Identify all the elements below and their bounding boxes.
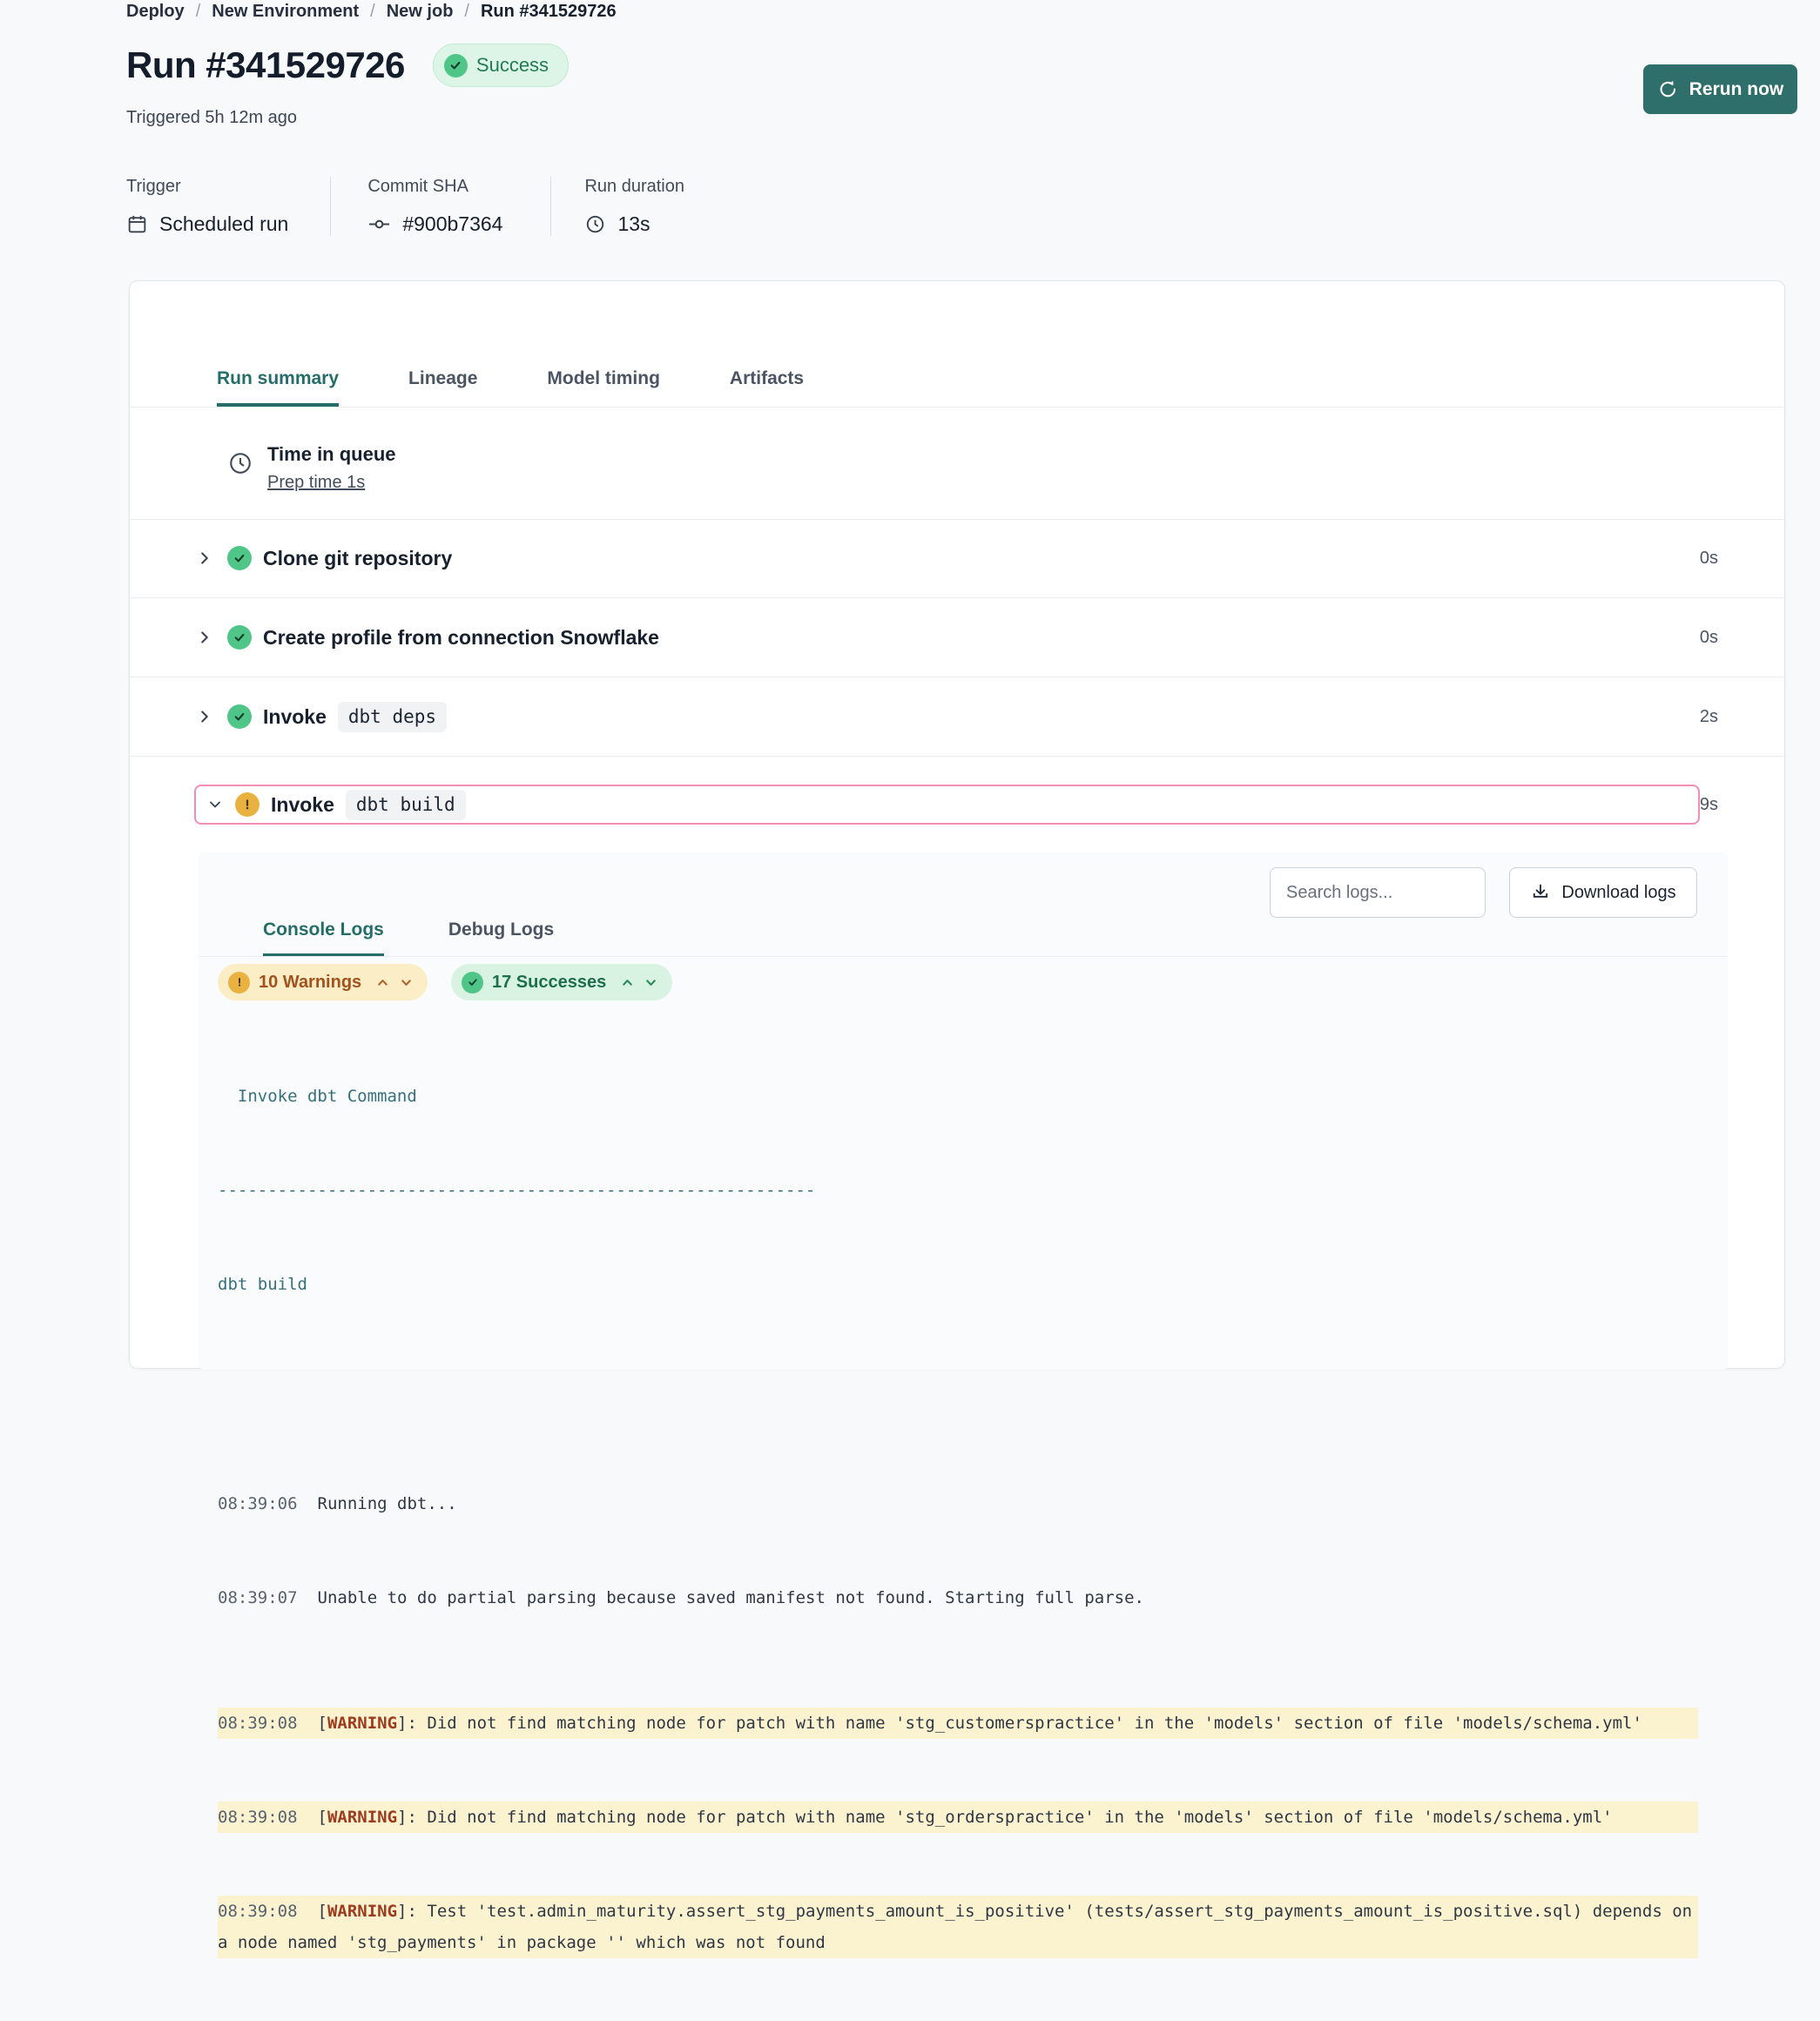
breadcrumb-deploy[interactable]: Deploy: [126, 2, 185, 22]
run-meta: Trigger Scheduled run Commit SHA #900b73…: [126, 177, 684, 236]
triggered-timestamp: Triggered 5h 12m ago: [126, 108, 297, 128]
log-tabs-divider: [199, 956, 1728, 957]
divider: [130, 519, 1784, 520]
rerun-now-button[interactable]: Rerun now: [1643, 64, 1797, 114]
prep-time-link[interactable]: Prep time 1s: [267, 473, 396, 493]
meta-trigger: Trigger Scheduled run: [126, 177, 331, 236]
status-badge: Success: [433, 44, 569, 87]
log-line: 08:39:06Running dbt...: [218, 1488, 1698, 1519]
duration-value: 13s: [617, 212, 650, 236]
time-in-queue-title: Time in queue: [267, 443, 396, 466]
log-line: 08:39:07Unable to do partial parsing bec…: [218, 1582, 1698, 1613]
check-circle-icon: [444, 54, 468, 77]
breadcrumb-current-run: Run #341529726: [481, 2, 617, 22]
meta-duration: Run duration 13s: [551, 177, 684, 236]
caret-down-icon[interactable]: [644, 975, 658, 990]
clock-icon: [227, 443, 253, 493]
warnings-badge-label: 10 Warnings: [259, 973, 361, 993]
calendar-icon: [126, 213, 148, 235]
tab-debug-logs[interactable]: Debug Logs: [448, 920, 554, 957]
breadcrumb: Deploy / New Environment / New job / Run…: [126, 2, 617, 22]
tab-console-logs[interactable]: Console Logs: [263, 920, 384, 957]
chevron-down-icon[interactable]: [206, 796, 224, 813]
trigger-label: Trigger: [126, 177, 288, 197]
step-duration: 2s: [1700, 707, 1718, 727]
step-invoke-dbt-deps[interactable]: Invoke dbt deps 2s: [130, 677, 1784, 757]
log-line-warning: 08:39:08[WARNING]: Did not find matching…: [218, 1708, 1698, 1739]
download-logs-label: Download logs: [1561, 883, 1675, 903]
chevron-right-icon[interactable]: [195, 707, 214, 726]
check-circle-icon: [227, 704, 252, 729]
search-logs-input[interactable]: [1270, 867, 1486, 918]
tab-artifacts[interactable]: Artifacts: [730, 368, 804, 407]
step-command-chip: dbt deps: [338, 702, 447, 732]
clock-icon: [584, 213, 606, 235]
trigger-value: Scheduled run: [159, 212, 288, 236]
step-label: Invoke: [271, 793, 334, 817]
chevron-right-icon[interactable]: [195, 549, 214, 568]
expanded-step-box[interactable]: Invoke dbt build: [194, 785, 1700, 825]
step-invoke-dbt-build[interactable]: Invoke dbt build 9s: [130, 757, 1784, 852]
download-logs-button[interactable]: Download logs: [1509, 867, 1697, 918]
breadcrumb-separator: /: [464, 2, 469, 22]
log-line-warning: 08:39:08[WARNING]: Test 'test.admin_matu…: [218, 1896, 1698, 1958]
step-create-profile[interactable]: Create profile from connection Snowflake…: [130, 598, 1784, 677]
run-summary-card: Run summary Lineage Model timing Artifac…: [129, 280, 1785, 1369]
page-title: Run #341529726: [126, 44, 405, 86]
commit-label: Commit SHA: [367, 177, 502, 197]
breadcrumb-job[interactable]: New job: [387, 2, 454, 22]
step-duration: 0s: [1700, 628, 1718, 648]
refresh-icon: [1657, 78, 1679, 100]
meta-commit: Commit SHA #900b7364: [331, 177, 551, 236]
log-divider-line: ----------------------------------------…: [218, 1175, 1698, 1206]
exclamation-circle-icon: [228, 972, 250, 994]
commit-value: #900b7364: [402, 212, 502, 236]
time-in-queue: Time in queue Prep time 1s: [227, 443, 396, 493]
log-line-warning: 08:39:08[WARNING]: Did not find matching…: [218, 1802, 1698, 1833]
step-command-chip: dbt build: [346, 790, 466, 820]
caret-down-icon[interactable]: [399, 975, 414, 990]
step-duration: 0s: [1700, 549, 1718, 569]
status-badge-label: Success: [476, 54, 549, 77]
successes-badge-label: 17 Successes: [492, 973, 606, 993]
step-duration: 9s: [1700, 795, 1718, 815]
step-label: Create profile from connection Snowflake: [263, 626, 659, 650]
check-circle-icon: [227, 546, 252, 570]
step-label: Invoke: [263, 705, 327, 729]
log-tabs: Console Logs Debug Logs: [263, 852, 554, 957]
step-list: Clone git repository 0s Create profile f…: [130, 519, 1784, 852]
duration-label: Run duration: [584, 177, 684, 197]
successes-badge[interactable]: 17 Successes: [451, 964, 672, 1000]
log-command-header: Invoke dbt Command: [218, 1081, 1698, 1112]
tabs-divider: [130, 407, 1784, 408]
rerun-now-label: Rerun now: [1689, 79, 1784, 100]
step-clone-git-repository[interactable]: Clone git repository 0s: [130, 519, 1784, 598]
title-row: Run #341529726 Success: [126, 44, 569, 87]
download-icon: [1530, 882, 1551, 903]
breadcrumb-separator: /: [196, 2, 201, 22]
step-label: Clone git repository: [263, 547, 452, 570]
tab-run-summary[interactable]: Run summary: [217, 368, 339, 407]
log-output: Invoke dbt Command ---------------------…: [218, 1018, 1698, 2021]
breadcrumb-environment[interactable]: New Environment: [212, 2, 359, 22]
log-blank-line: [218, 1363, 1698, 1394]
caret-up-icon[interactable]: [375, 975, 390, 990]
check-circle-icon: [227, 625, 252, 650]
chevron-right-icon[interactable]: [195, 628, 214, 647]
breadcrumb-separator: /: [370, 2, 375, 22]
tab-model-timing[interactable]: Model timing: [547, 368, 660, 407]
check-circle-icon: [462, 972, 483, 994]
tab-lineage[interactable]: Lineage: [408, 368, 477, 407]
warnings-badge[interactable]: 10 Warnings: [218, 964, 428, 1000]
run-tabs: Run summary Lineage Model timing Artifac…: [217, 281, 804, 407]
console-logs-panel: Console Logs Debug Logs Download logs 10…: [199, 852, 1728, 1370]
log-command: dbt build: [218, 1269, 1698, 1300]
exclamation-circle-icon: [235, 792, 260, 817]
caret-up-icon[interactable]: [620, 975, 635, 990]
commit-icon: [367, 212, 391, 236]
